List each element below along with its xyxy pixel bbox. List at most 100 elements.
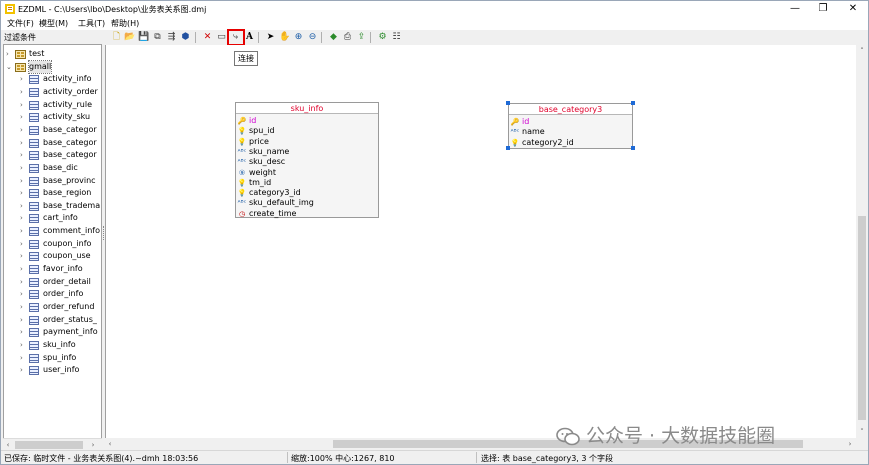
chevron-right-icon[interactable]: ›: [20, 124, 26, 136]
tree-scroll-thumb[interactable]: [15, 441, 83, 449]
chevron-right-icon[interactable]: ›: [20, 187, 26, 199]
status-bar: 已保存: 临时文件 - 业务表关系图(4).~dmh 18:03:56 缩放:1…: [1, 450, 868, 464]
scroll-down-icon[interactable]: ˅: [857, 426, 867, 438]
new-icon[interactable]: 🗋: [111, 32, 122, 43]
chevron-right-icon[interactable]: ›: [20, 326, 26, 338]
scroll-right-icon[interactable]: ›: [845, 438, 855, 450]
tree-horizontal-scrollbar[interactable]: ‹ ›: [3, 438, 102, 450]
chevron-right-icon[interactable]: ›: [20, 263, 26, 275]
chevron-right-icon[interactable]: ›: [20, 162, 26, 174]
table-icon: [29, 176, 39, 186]
import-icon[interactable]: ⬢: [180, 32, 191, 43]
generate-icon[interactable]: ⚙: [377, 32, 388, 43]
scroll-left-icon[interactable]: ‹: [105, 438, 115, 450]
entity-base-category3[interactable]: base_category3 🔑 id ᴬᴮᶜ name 💡 category2_id: [508, 103, 633, 149]
menu-help[interactable]: 帮助(H): [111, 18, 139, 29]
filter-label[interactable]: 过滤条件: [3, 31, 103, 44]
close-button[interactable]: ✕: [833, 1, 869, 17]
link-icon[interactable]: ⤷: [230, 32, 241, 43]
bulb-icon: 💡: [237, 127, 247, 136]
hand-icon[interactable]: ✋: [279, 32, 290, 43]
chevron-right-icon[interactable]: ›: [20, 339, 26, 351]
table-icon: [29, 239, 39, 249]
chevron-right-icon[interactable]: ›: [20, 137, 26, 149]
selection-handle[interactable]: [631, 146, 635, 150]
chevron-right-icon[interactable]: ›: [20, 250, 26, 262]
chevron-right-icon[interactable]: ›: [20, 314, 26, 326]
chevron-right-icon[interactable]: ›: [20, 212, 26, 224]
table-icon: [29, 87, 39, 97]
database-icon: [15, 62, 26, 72]
chevron-right-icon[interactable]: ›: [20, 200, 26, 212]
table-icon[interactable]: ▭: [216, 32, 227, 43]
open-icon[interactable]: 📂: [124, 32, 135, 43]
bulb-icon: 💡: [237, 137, 247, 146]
link-tooltip: 连接: [234, 51, 258, 66]
diagram-canvas[interactable]: sku_info 🔑 id 💡 spu_id 💡 price ᴬᴮᶜ sku_name ᴬᴮᶜ sk…: [105, 45, 856, 438]
app-icon: [5, 4, 15, 14]
chevron-right-icon[interactable]: ›: [20, 73, 26, 85]
settings-icon[interactable]: ☷: [391, 32, 402, 43]
tree-item-label: order_status_: [43, 314, 97, 324]
chevron-right-icon[interactable]: ›: [20, 301, 26, 313]
chevron-down-icon[interactable]: ⌄: [6, 61, 12, 73]
selection-handle[interactable]: [631, 101, 635, 105]
zoom-out-icon[interactable]: ⊖: [307, 32, 318, 43]
chevron-right-icon[interactable]: ›: [20, 111, 26, 123]
field-name: tm_id: [249, 177, 272, 187]
tree-item-label: user_info: [43, 365, 80, 375]
copy-icon[interactable]: ⧉: [152, 32, 163, 43]
text-type-icon: ᴬᴮᶜ: [510, 128, 520, 137]
export-icon[interactable]: ⇪: [356, 32, 367, 43]
menu-tools[interactable]: 工具(T): [78, 18, 105, 29]
field-name: sku_default_img: [249, 198, 314, 208]
layout-icon[interactable]: ⇶: [166, 32, 177, 43]
chevron-right-icon[interactable]: ›: [20, 175, 26, 187]
chevron-right-icon[interactable]: ›: [20, 149, 26, 161]
field-name: sku_desc: [249, 157, 286, 167]
vertical-scroll-thumb[interactable]: [858, 216, 866, 420]
splitter-grip[interactable]: [103, 226, 104, 240]
color-icon[interactable]: ◆: [328, 32, 339, 43]
canvas-vertical-scrollbar[interactable]: ˄ ˅: [856, 45, 868, 438]
table-icon: [29, 252, 39, 262]
selection-handle[interactable]: [506, 101, 510, 105]
toolbar-separator: [370, 32, 371, 43]
chevron-right-icon[interactable]: ›: [20, 364, 26, 376]
delete-icon[interactable]: ✕: [202, 32, 213, 43]
chevron-right-icon[interactable]: ›: [20, 99, 26, 111]
number-type-icon: ⑨: [238, 168, 246, 177]
chevron-right-icon[interactable]: ›: [20, 352, 26, 364]
table-icon: [29, 340, 39, 350]
table-icon: [29, 189, 39, 199]
entity-sku-info[interactable]: sku_info 🔑 id 💡 spu_id 💡 price ᴬᴮᶜ sku_name ᴬᴮᶜ sk…: [235, 102, 379, 218]
text-icon[interactable]: A: [244, 32, 255, 43]
zoom-in-icon[interactable]: ⊕: [293, 32, 304, 43]
table-icon: [29, 265, 39, 275]
save-icon[interactable]: 💾: [138, 32, 149, 43]
model-tree[interactable]: › test ⌄ gmall › activity_info › activity_order…: [3, 44, 102, 450]
chevron-right-icon[interactable]: ›: [20, 288, 26, 300]
entity-title[interactable]: base_category3: [509, 104, 632, 115]
chevron-right-icon[interactable]: ›: [20, 238, 26, 250]
field-name: name: [522, 127, 545, 137]
chevron-right-icon[interactable]: ›: [20, 225, 26, 237]
menu-file[interactable]: 文件(F): [7, 18, 34, 29]
pointer-icon[interactable]: ➤: [265, 32, 276, 43]
table-icon: [29, 151, 39, 161]
print-icon[interactable]: ⎙: [342, 32, 353, 43]
menu-model[interactable]: 模型(M): [39, 18, 68, 29]
selection-handle[interactable]: [506, 146, 510, 150]
chevron-right-icon[interactable]: ›: [20, 276, 26, 288]
chevron-right-icon[interactable]: ›: [20, 86, 26, 98]
tree-item-label: favor_info: [43, 264, 83, 274]
database-icon: [15, 50, 26, 59]
table-icon: [29, 125, 39, 135]
toolbar-separator: [195, 32, 196, 43]
window-title: EZDML - C:\Users\lbo\Desktop\业务表关系图.dmj: [18, 5, 207, 14]
tree-item-label: base_region: [43, 188, 92, 198]
scroll-up-icon[interactable]: ˄: [857, 45, 867, 57]
entity-title[interactable]: sku_info: [236, 103, 378, 114]
tree-item-label: order_refund: [43, 302, 95, 311]
chevron-right-icon[interactable]: ›: [6, 48, 12, 60]
